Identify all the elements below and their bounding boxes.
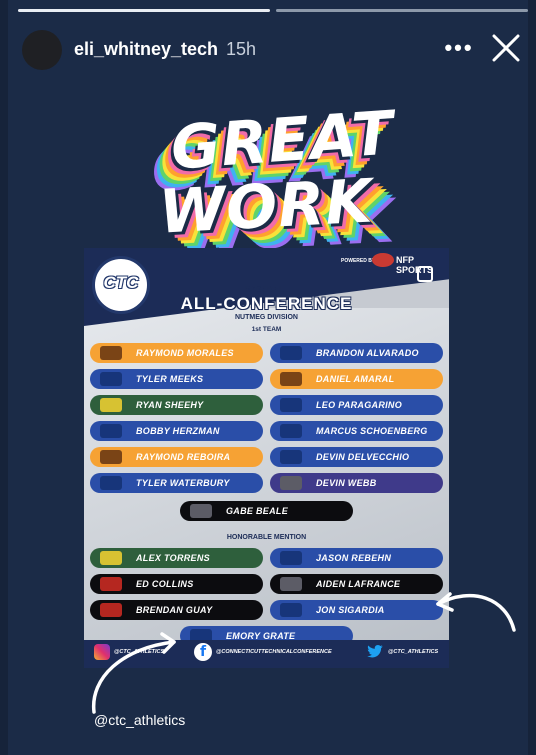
player-pill: BOBBY HERZMAN [90,421,263,441]
curved-arrow-icon [91,632,176,714]
school-logo-icon [100,476,122,490]
sport-label: BASEBALL [244,285,289,294]
story-progress-segment-2 [276,9,528,12]
school-logo-icon [280,346,302,360]
player-pill: AIDEN LAFRANCE [270,574,443,594]
school-logo-icon [280,424,302,438]
player-name: ED COLLINS [136,579,194,589]
player-pill: RAYMOND REBOIRA [90,447,263,467]
player-name: JON SIGARDIA [316,605,385,615]
player-pill: BRENDAN GUAY [90,600,263,620]
player-pill: JASON REBEHN [270,548,443,568]
player-pill: DANIEL AMARAL [270,369,443,389]
mention-sticker[interactable]: @ctc_athletics [94,712,185,728]
honorable-mention-label: HONORABLE MENTION [226,534,307,541]
sticker-corner-icon [417,266,433,282]
school-logo-icon [280,372,302,386]
avatar[interactable] [22,30,62,70]
curved-arrow-icon [436,592,516,632]
username[interactable]: eli_whitney_tech [74,39,218,60]
division-label: NUTMEG DIVISION [234,314,298,321]
first-team-label: 1st TEAM [251,326,282,333]
school-logo-icon [100,603,122,617]
player-name: JASON REBEHN [316,553,392,563]
school-logo-icon [100,577,122,591]
school-logo-icon [100,372,122,386]
school-logo-icon [100,398,122,412]
player-name: DEVIN WEBB [316,478,377,488]
player-name: AIDEN LAFRANCE [316,579,401,589]
school-logo-icon [280,603,302,617]
player-pill: MARCUS SCHOENBERG [270,421,443,441]
player-pill: GABE BEALE [180,501,353,521]
player-pill: TYLER MEEKS [90,369,263,389]
player-pill: TYLER WATERBURY [90,473,263,493]
school-logo-icon [190,504,212,518]
powered-by-label: POWERED BY [341,258,376,264]
player-name: DEVIN DELVECCHIO [316,452,410,462]
player-name: GABE BEALE [226,506,289,516]
school-logo-icon [280,450,302,464]
school-logo-icon [100,551,122,565]
player-pill: JON SIGARDIA [270,600,443,620]
player-name: TYLER MEEKS [136,374,204,384]
story-progress-segment-1 [18,9,270,12]
player-name: BOBBY HERZMAN [136,426,220,436]
player-name: BRANDON ALVARADO [316,348,419,358]
all-conference-poster: CTC POWERED BY NFP SPORTS BASEBALL ALL-C… [84,248,449,668]
player-pill: LEO PARAGARINO [270,395,443,415]
great-work-sticker: GREAT WORK [143,98,413,250]
story-frame[interactable]: eli_whitney_tech 15h ••• GREAT WORK CTC … [8,0,528,755]
school-logo-icon [100,424,122,438]
twitter-handle: @CTC_ATHLETICS [388,649,439,655]
player-pill: BRANDON ALVARADO [270,343,443,363]
player-name: MARCUS SCHOENBERG [316,426,428,436]
post-time: 15h [226,39,257,59]
player-pill: RAYMOND MORALES [90,343,263,363]
school-logo-icon [280,577,302,591]
player-name: LEO PARAGARINO [316,400,403,410]
player-name: TYLER WATERBURY [136,478,230,488]
school-logo-icon [280,398,302,412]
nfp-logo-icon [372,253,394,267]
player-name: BRENDAN GUAY [136,605,213,615]
player-pill: DEVIN WEBB [270,473,443,493]
player-name: ALEX TORRENS [136,553,210,563]
more-icon[interactable]: ••• [444,33,474,63]
facebook-handle: @CONNECTICUTTECHNICALCONFERENCE [216,649,332,655]
player-name: RAYMOND MORALES [136,348,234,358]
player-name: DANIEL AMARAL [316,374,395,384]
school-logo-icon [280,551,302,565]
player-pill: ED COLLINS [90,574,263,594]
player-pill: ALEX TORRENS [90,548,263,568]
player-pill: DEVIN DELVECCHIO [270,447,443,467]
facebook-icon: f [194,643,212,661]
twitter-icon [367,645,383,658]
school-logo-icon [100,450,122,464]
player-name: RYAN SHEEHY [136,400,204,410]
player-name: RAYMOND REBOIRA [136,452,231,462]
poster-title: ALL-CONFERENCE [180,294,353,313]
close-icon[interactable] [488,30,524,66]
school-logo-icon [280,476,302,490]
school-logo-icon [100,346,122,360]
player-pill: RYAN SHEEHY [90,395,263,415]
headline-line2: WORK [157,166,375,248]
story-header: eli_whitney_tech 15h ••• [8,26,528,70]
